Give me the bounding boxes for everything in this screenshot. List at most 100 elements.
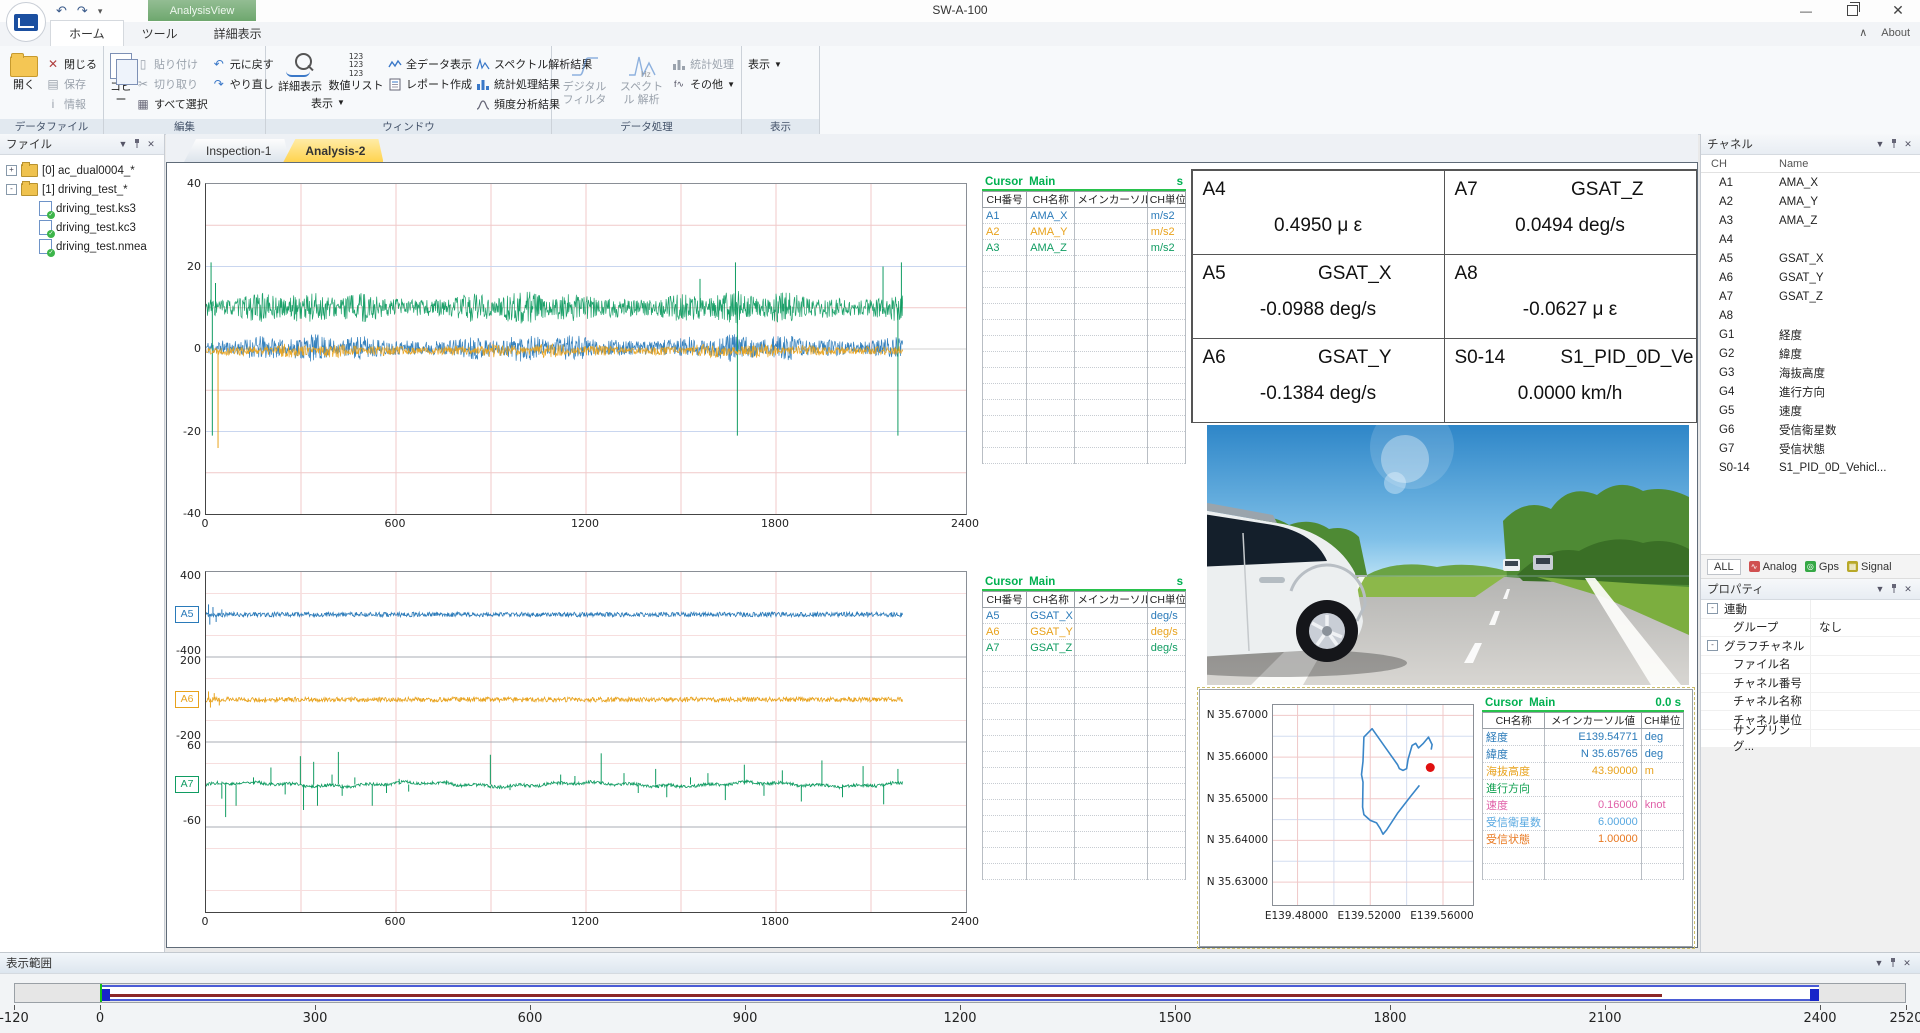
close-button[interactable]: ✕ [1876,0,1920,21]
channel-row[interactable]: G6受信衛星数 [1701,420,1920,439]
file-tree-item[interactable]: driving_test.kc3 [2,218,162,237]
channel-row[interactable]: A4 [1701,230,1920,249]
file-tree-item[interactable]: driving_test.ks3 [2,199,162,218]
cursor-table-row[interactable]: A3AMA_Zm/s2 [983,240,1186,256]
property-row[interactable]: チャネル番号 [1701,674,1920,693]
channel-row[interactable]: G1経度 [1701,325,1920,344]
restore-button[interactable] [1830,0,1874,21]
numeric-display-a5[interactable]: A5GSAT_X-0.0988 deg/s [1192,254,1445,339]
cursor-table-row[interactable]: 進行方向 [1483,780,1684,797]
range-handle-right[interactable] [1810,989,1819,1001]
cursor-table-row[interactable]: 経度E139.54771deg [1483,729,1684,746]
cursor-table-row[interactable]: 受信衛星数6.00000 [1483,814,1684,831]
numeric-display-a7[interactable]: A7GSAT_Z0.0494 deg/s [1444,170,1697,255]
cursor-table-row[interactable]: A1AMA_Xm/s2 [983,208,1186,224]
pin-icon[interactable] [1886,958,1900,969]
channel-row[interactable]: G2緯度 [1701,344,1920,363]
channel-row[interactable]: A6GSAT_Y [1701,268,1920,287]
tab-inspection-1[interactable]: Inspection-1 [184,139,289,162]
info-button[interactable]: i情報 [46,95,97,113]
strip-label-a5[interactable]: A5 [175,606,199,623]
close-panel-icon[interactable]: ✕ [1900,958,1914,969]
redo-button[interactable]: ↷やり直し [212,75,274,93]
range-handle-left[interactable] [101,989,110,1001]
cursor-position-line[interactable] [100,984,102,1002]
spectrum-analysis-button[interactable]: Hz スペクトル 解析 [615,49,668,118]
digital-filter-button[interactable]: デジタル フィルタ [558,49,611,118]
gps-panel[interactable]: N 35.67000N 35.66000N 35.65000N 35.64000… [1199,689,1693,947]
minimize-button[interactable]: — [1784,0,1828,21]
cursor-table-row[interactable]: 速度0.16000knot [1483,797,1684,814]
channel-row[interactable]: S0-14S1_PID_0D_Vehicl... [1701,458,1920,477]
property-row[interactable]: サンプリング... [1701,730,1920,749]
numeric-list-button[interactable]: 123123123 数値リスト [328,49,384,94]
waveform-chart-top[interactable] [205,183,967,515]
prop-expander-icon[interactable]: - [1707,640,1718,651]
property-row[interactable]: -連動 [1701,600,1920,619]
cut-button[interactable]: ✂切り取り [136,75,208,93]
report-button[interactable]: レポート作成 [388,75,472,93]
numeric-display-a6[interactable]: A6GSAT_Y-0.1384 deg/s [1192,338,1445,423]
panel-menu-icon[interactable]: ▼ [116,139,130,149]
filter-gps-button[interactable]: ◎Gps [1805,561,1839,573]
select-all-button[interactable]: ▦すべて選択 [136,95,208,113]
channel-row[interactable]: A5GSAT_X [1701,249,1920,268]
pin-icon[interactable] [130,139,144,150]
about-link[interactable]: About [1881,27,1910,39]
property-row[interactable]: -グラフチャネル [1701,637,1920,656]
cursor-table-row[interactable]: A5GSAT_Xdeg/s [983,608,1186,624]
channel-row[interactable]: G3海抜高度 [1701,363,1920,382]
panel-menu-icon[interactable]: ▼ [1873,139,1887,149]
cursor-table-row[interactable]: A7GSAT_Zdeg/s [983,640,1186,656]
stats-proc-button[interactable]: 統計処理 [672,55,735,73]
file-tree-item[interactable]: driving_test.nmea [2,237,162,256]
detail-view-button[interactable]: 詳細表示 [272,49,328,94]
property-row[interactable]: グループなし [1701,619,1920,638]
cursor-table-bottom[interactable]: Cursor MainsCH番号CH名称メインカーソル値CH単位A5GSAT_X… [982,575,1186,880]
channel-row[interactable]: A7GSAT_Z [1701,287,1920,306]
prop-expander-icon[interactable]: - [1707,603,1718,614]
file-tree-item[interactable]: -[1] driving_test_* [2,180,162,199]
channel-row[interactable]: A8 [1701,306,1920,325]
app-menu-button[interactable] [6,2,46,42]
copy-button[interactable]: コピー [110,49,132,118]
strip-label-a6[interactable]: A6 [175,691,199,708]
pin-icon[interactable] [1887,584,1901,595]
channel-row[interactable]: A1AMA_X [1701,173,1920,192]
cursor-table-row[interactable]: 海抜高度43.90000m [1483,763,1684,780]
close-panel-icon[interactable]: ✕ [1901,139,1915,150]
numeric-display-s0-14[interactable]: S0-14S1_PID_0D_Ve0.0000 km/h [1444,338,1697,423]
channel-row[interactable]: G4進行方向 [1701,382,1920,401]
panel-menu-icon[interactable]: ▼ [1872,958,1886,968]
numeric-display-a4[interactable]: A40.4950 μ ε [1192,170,1445,255]
panel-menu-icon[interactable]: ▼ [1873,584,1887,594]
waveform-chart-bottom[interactable] [205,571,967,913]
cursor-table-row[interactable]: A2AMA_Ym/s2 [983,224,1186,240]
tree-expander-icon[interactable]: - [6,184,17,195]
view-display-dropdown[interactable]: 表示▼ [748,55,782,73]
cursor-table-row[interactable]: A6GSAT_Ydeg/s [983,624,1186,640]
close-panel-icon[interactable]: ✕ [1901,584,1915,595]
pin-icon[interactable] [1887,139,1901,150]
ribbon-tab-tools[interactable]: ツール [124,21,196,46]
property-row[interactable]: ファイル名 [1701,656,1920,675]
tree-expander-icon[interactable]: + [6,165,17,176]
channel-row[interactable]: A3AMA_Z [1701,211,1920,230]
tab-analysis-2[interactable]: Analysis-2 [283,139,383,162]
open-button[interactable]: 開く [6,49,42,118]
filter-all-button[interactable]: ALL [1707,559,1741,575]
channel-row[interactable]: G7受信状態 [1701,439,1920,458]
range-selection[interactable] [101,985,1819,1001]
close-panel-icon[interactable]: ✕ [144,139,158,150]
close-file-button[interactable]: ✕閉じる [46,55,97,73]
save-button[interactable]: ▤保存 [46,75,97,93]
window-display-dropdown[interactable]: 表示▼ [311,94,345,112]
ribbon-tab-home[interactable]: ホーム [50,20,124,47]
cursor-table-row[interactable]: 受信状態1.00000 [1483,831,1684,848]
all-data-view-button[interactable]: 全データ表示 [388,55,472,73]
gps-map[interactable] [1272,704,1474,906]
collapse-ribbon-icon[interactable]: ∧ [1859,26,1867,39]
numeric-display-a8[interactable]: A8-0.0627 μ ε [1444,254,1697,339]
property-row[interactable]: チャネル名称 [1701,693,1920,712]
gps-cursor-table[interactable]: Cursor Main0.0 sCH名称メインカーソル値CH単位経度E139.5… [1482,696,1684,880]
